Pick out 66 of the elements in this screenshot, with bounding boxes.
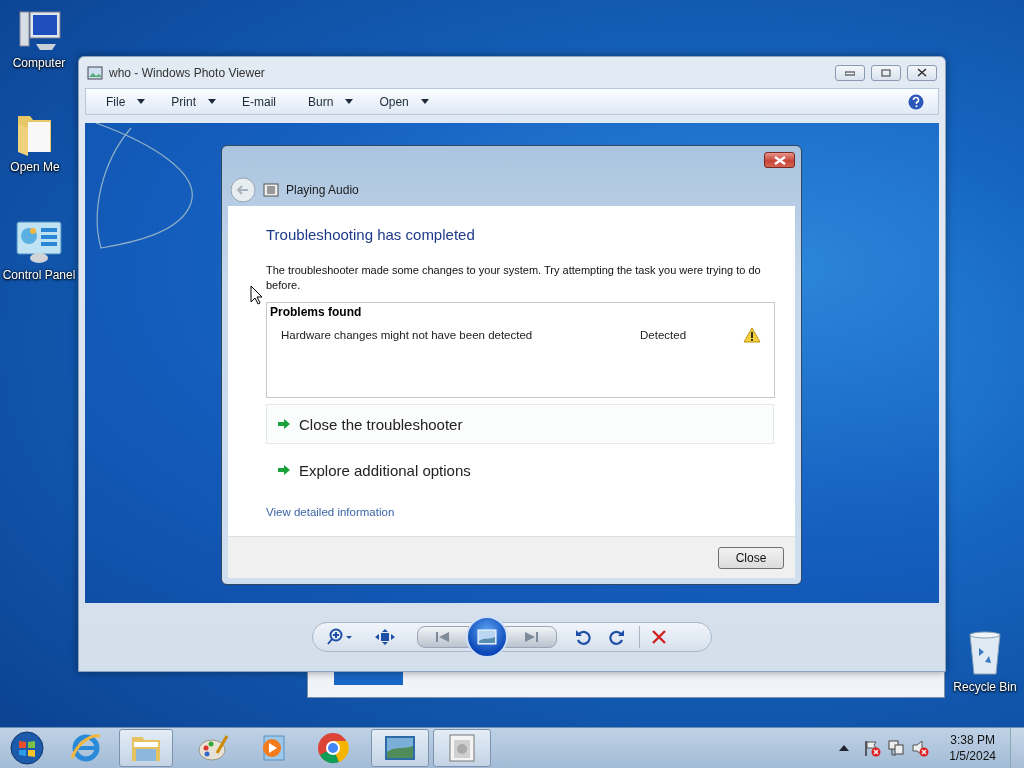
option-link[interactable]: Close the troubleshooter	[266, 404, 774, 444]
taskbar-button[interactable]	[371, 729, 429, 767]
rotate-right-icon[interactable]	[609, 629, 625, 645]
arrow-icon	[277, 464, 291, 476]
flag-icon[interactable]	[863, 739, 882, 757]
computer-icon	[16, 10, 62, 52]
maximize-icon	[881, 68, 891, 77]
arrow-icon	[277, 418, 291, 430]
desktop-icon-label: Computer	[12, 56, 66, 70]
desktop-icon-label: Recycle Bin	[953, 680, 1017, 694]
problems-title: Problems found	[270, 305, 363, 319]
network-icon[interactable]	[887, 739, 906, 757]
dialog-message: The troubleshooter made some changes to your system. Try attempting the task you were trying to do before.	[266, 263, 762, 293]
rotate-left-icon[interactable]	[575, 629, 591, 645]
show-hidden-icons-icon[interactable]	[839, 745, 850, 751]
maximize-button[interactable]	[871, 64, 901, 81]
close-icon	[773, 155, 786, 165]
windows-orb-icon	[10, 731, 44, 765]
warning-icon	[743, 327, 761, 343]
dialog-title: Playing Audio	[286, 183, 359, 197]
desktop-icon[interactable]: Control Panel	[0, 220, 78, 282]
close-button[interactable]	[764, 152, 795, 168]
desktop-icon[interactable]: Computer	[0, 10, 78, 70]
slideshow-button[interactable]	[466, 616, 508, 658]
menu-item[interactable]: File	[100, 91, 152, 112]
desktop-icon[interactable]: Open Me	[0, 110, 74, 174]
previous-button[interactable]	[417, 626, 469, 648]
desktop-icon-label: Control Panel	[2, 268, 76, 282]
desktop-icon-label: Open Me	[10, 160, 60, 174]
troubleshooter-icon	[263, 183, 279, 197]
minimize-button[interactable]	[835, 64, 865, 81]
previous-icon	[435, 632, 451, 642]
menu-item[interactable]: Open	[373, 91, 435, 112]
window-title: who - Windows Photo Viewer	[109, 65, 266, 80]
clock[interactable]: 3:38 PM 1/5/2024	[941, 733, 1004, 763]
taskbar-button[interactable]	[119, 729, 173, 767]
speaker-muted-icon[interactable]	[911, 739, 930, 757]
menu-item[interactable]: Burn	[302, 91, 360, 112]
close-button[interactable]	[907, 64, 937, 81]
next-button[interactable]	[505, 626, 557, 648]
globe-e-icon	[70, 732, 102, 764]
recycle-bin-icon	[967, 630, 1003, 676]
next-icon	[523, 632, 539, 642]
delete-icon[interactable]	[652, 630, 666, 644]
menu-item[interactable]: E-mail	[236, 91, 283, 112]
details-link[interactable]: View detailed information	[266, 506, 395, 518]
problem-status: Detected	[640, 329, 688, 341]
control-panel-icon	[15, 220, 63, 264]
desktop-icon[interactable]: Recycle Bin	[946, 630, 1024, 694]
problem-text: Hardware changes might not have been detected	[281, 329, 534, 341]
close-icon	[917, 68, 927, 77]
chrome-icon	[317, 732, 349, 764]
zoom-button[interactable]	[327, 628, 353, 646]
option-link[interactable]: Explore additional options	[266, 450, 774, 490]
paint-palette-icon	[197, 733, 229, 763]
taskbar-button[interactable]	[433, 729, 491, 767]
help-icon[interactable]	[908, 93, 924, 110]
photo-viewer-icon	[383, 734, 417, 762]
menu-item[interactable]: Print	[165, 91, 223, 112]
close-dialog-button[interactable]: Close	[718, 546, 784, 569]
picture-frame-icon	[477, 629, 497, 645]
minimize-icon	[845, 69, 855, 76]
photo-app-icon	[87, 65, 103, 80]
dialog-heading: Troubleshooting has completed	[266, 226, 476, 243]
fit-window-button[interactable]	[375, 629, 395, 645]
cursor-icon	[250, 285, 263, 305]
